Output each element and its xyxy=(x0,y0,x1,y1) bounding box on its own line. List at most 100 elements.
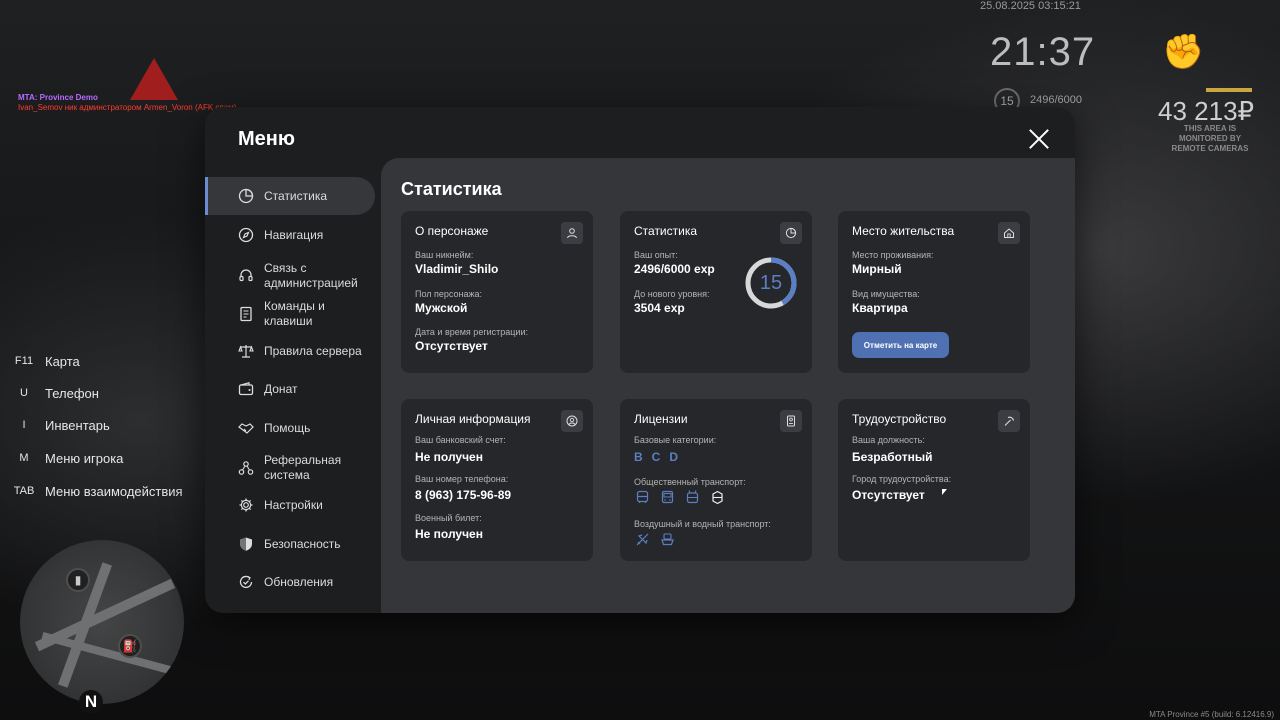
content-panel: Статистика О персонаже Ваш никнейм: Vlad… xyxy=(381,158,1075,613)
pickaxe-icon xyxy=(998,410,1020,432)
key-label: M xyxy=(19,452,29,464)
menu-title: Меню xyxy=(238,128,295,150)
hud-exp: 2496/6000 xyxy=(1030,94,1082,106)
field-label: Воздушный и водный транспорт: xyxy=(634,519,771,529)
license-category: D xyxy=(669,450,679,464)
nav-label: Команды и клавиши xyxy=(264,299,325,328)
nav-label: Безопасность xyxy=(264,536,341,551)
key-action: Инвентарь xyxy=(45,417,110,433)
card-title: Место жительства xyxy=(852,224,955,238)
field-value: 2496/6000 exp xyxy=(634,262,715,276)
pie-chart-icon xyxy=(780,222,802,244)
keybind-phone: U Телефон xyxy=(12,382,212,404)
license-category: B xyxy=(634,450,643,464)
key-label: I xyxy=(22,419,26,431)
nav-item-settings[interactable]: Настройки xyxy=(205,493,375,517)
nav-item-commands[interactable]: Команды и клавиши xyxy=(205,297,375,331)
field-value: Мирный xyxy=(852,262,902,276)
field-value: 3504 exp xyxy=(634,301,685,315)
nav-item-navigation[interactable]: Навигация xyxy=(205,223,375,247)
mark-on-map-button[interactable]: Отметить на карте xyxy=(852,332,949,358)
fist-icon: ✊ xyxy=(1162,33,1205,71)
key-action: Меню игрока xyxy=(45,450,124,466)
nav-item-donate[interactable]: Донат xyxy=(205,377,375,401)
game-clock: 21:37 xyxy=(990,30,1096,74)
compass-icon xyxy=(237,226,255,244)
field-value: Безработный xyxy=(852,450,933,464)
nav-label: Связь с администрацией xyxy=(264,261,358,290)
camera-sign: THIS AREA IS MONITORED BY REMOTE CAMERAS xyxy=(1171,124,1249,153)
field-label: Общественный транспорт: xyxy=(634,477,746,487)
card-employment: Трудоустройство Ваша должность: Безработ… xyxy=(838,399,1030,561)
trolleybus-icon xyxy=(684,489,701,506)
keybind-interaction-menu: TAB Меню взаимодействия xyxy=(12,480,212,502)
document-icon xyxy=(237,305,255,323)
nav-item-security[interactable]: Безопасность xyxy=(205,532,375,556)
mouse-cursor xyxy=(942,489,947,495)
field-label: Ваша должность: xyxy=(852,435,925,445)
card-residence: Место жительства Место проживания: Мирны… xyxy=(838,211,1030,373)
network-icon xyxy=(237,459,255,477)
keybind-inventory: I Инвентарь xyxy=(12,414,212,436)
user-circle-icon xyxy=(561,410,583,432)
server-message: Ivan_Semov ник админстратором Armen_Voro… xyxy=(18,103,237,112)
gas-station-icon: ⛽ xyxy=(118,634,142,658)
nav-item-updates[interactable]: Обновления xyxy=(205,570,375,594)
nav-item-statistics[interactable]: Статистика xyxy=(205,177,375,215)
handshake-icon xyxy=(237,419,255,437)
nav-item-help[interactable]: Помощь xyxy=(205,416,375,440)
key-label: U xyxy=(20,387,28,399)
nav-label: Статистика xyxy=(264,188,328,203)
air-water-transport-icons xyxy=(634,531,676,548)
keybind-player-menu: M Меню игрока xyxy=(12,447,212,469)
field-label: Военный билет: xyxy=(415,513,482,523)
card-title: О персонаже xyxy=(415,224,489,238)
field-value: Отсутствует xyxy=(415,339,488,353)
field-value: Не получен xyxy=(415,450,483,464)
license-categories: B C D xyxy=(634,450,678,464)
field-value: Отсутствует xyxy=(852,488,925,502)
field-label: До нового уровня: xyxy=(634,289,710,299)
bus-icon xyxy=(634,489,651,506)
field-label: Дата и время регистрации: xyxy=(415,327,528,337)
nav-label: Донат xyxy=(264,381,298,396)
field-label: Ваш номер телефона: xyxy=(415,474,509,484)
server-name: MTA: Province Demo xyxy=(18,93,98,102)
nav-label: Помощь xyxy=(264,420,311,435)
field-label: Базовые категории: xyxy=(634,435,717,445)
card-title: Статистика xyxy=(634,224,698,238)
nav-item-referral[interactable]: Реферальная система xyxy=(205,451,375,485)
nav-item-admin-contact[interactable]: Связь с администрацией xyxy=(205,259,375,293)
field-value: Vladimir_Shilo xyxy=(415,262,499,276)
license-category: C xyxy=(651,450,661,464)
shield-icon xyxy=(237,535,255,553)
menu-window: Меню Статистика Навигация Связь с админи… xyxy=(205,107,1075,613)
level-number: 15 xyxy=(759,272,783,294)
card-personal-info: Личная информация Ваш банковский счет: Н… xyxy=(401,399,593,561)
user-icon xyxy=(561,222,583,244)
close-button[interactable] xyxy=(1027,127,1051,151)
license-icon xyxy=(780,410,802,432)
field-value: Не получен xyxy=(415,527,483,541)
wallet-icon xyxy=(237,380,255,398)
card-stats: Статистика Ваш опыт: 2496/6000 exp До но… xyxy=(620,211,812,373)
nav-label: Навигация xyxy=(264,227,324,242)
content-title: Статистика xyxy=(401,179,502,199)
home-icon xyxy=(998,222,1020,244)
card-licenses: Лицензии Базовые категории: B C D Общест… xyxy=(620,399,812,561)
key-action: Меню взаимодействия xyxy=(45,483,183,499)
nav-label: Правила сервера xyxy=(264,343,362,358)
key-action: Карта xyxy=(45,353,80,369)
card-title: Лицензии xyxy=(634,412,688,426)
money-display: 43 213₽ xyxy=(1158,96,1255,126)
scales-icon xyxy=(237,342,255,360)
tram-icon xyxy=(709,489,726,506)
nav-item-server-rules[interactable]: Правила сервера xyxy=(205,339,375,363)
north-indicator: N xyxy=(79,690,103,714)
field-value: 8 (963) 175-96-89 xyxy=(415,488,512,502)
field-value: Мужской xyxy=(415,301,468,315)
key-label: TAB xyxy=(13,485,35,497)
minimap: ▮ ⛽ xyxy=(20,540,184,704)
warning-sign-icon xyxy=(130,58,178,100)
card-title: Личная информация xyxy=(415,412,531,426)
